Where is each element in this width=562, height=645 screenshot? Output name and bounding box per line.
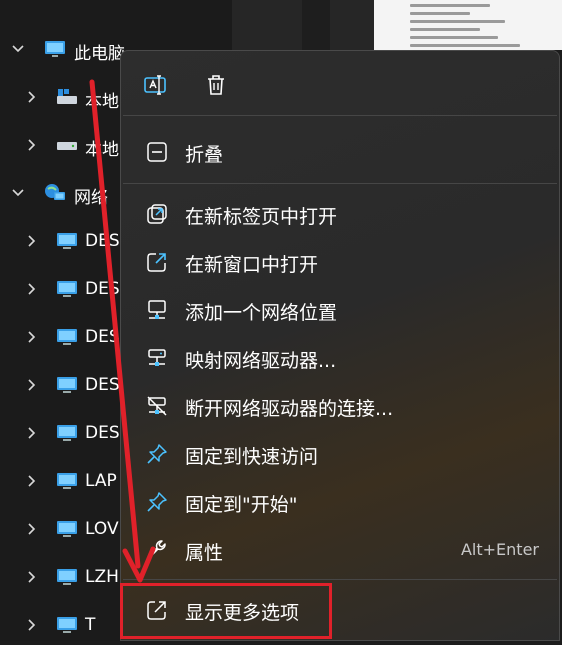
annotation-arrow (89, 79, 156, 583)
